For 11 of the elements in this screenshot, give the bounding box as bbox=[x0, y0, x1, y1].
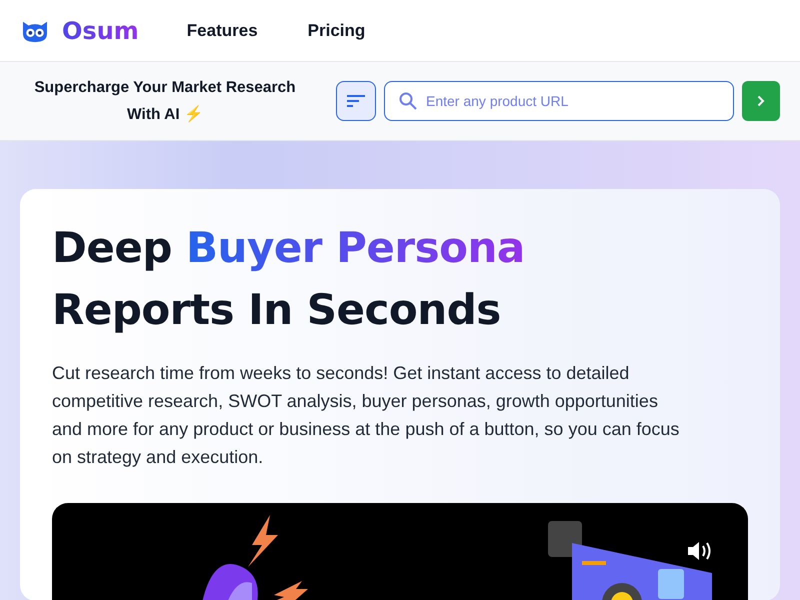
chevron-right-icon bbox=[757, 95, 765, 107]
submit-button[interactable] bbox=[742, 81, 780, 121]
tagline: Supercharge Your Market Research With AI ⚡ bbox=[33, 78, 297, 125]
hero-description: Cut research time from weeks to seconds! Get instant access to detailed competitive research, SWOT analysis, buyer personas, growth opportunities and more for any product or business at the push of a button, so you can focus on strategy and execution. bbox=[52, 362, 680, 469]
nav-link[interactable]: Pricing bbox=[308, 20, 366, 40]
filter-icon bbox=[347, 95, 365, 107]
search-icon bbox=[399, 92, 417, 110]
url-input-field[interactable]: Enter any product URL bbox=[384, 81, 734, 121]
hero-heading: Deep Buyer Persona Reports In Seconds bbox=[52, 222, 526, 336]
filter-button[interactable] bbox=[336, 81, 376, 121]
nav-link[interactable]: Features bbox=[186, 20, 258, 40]
